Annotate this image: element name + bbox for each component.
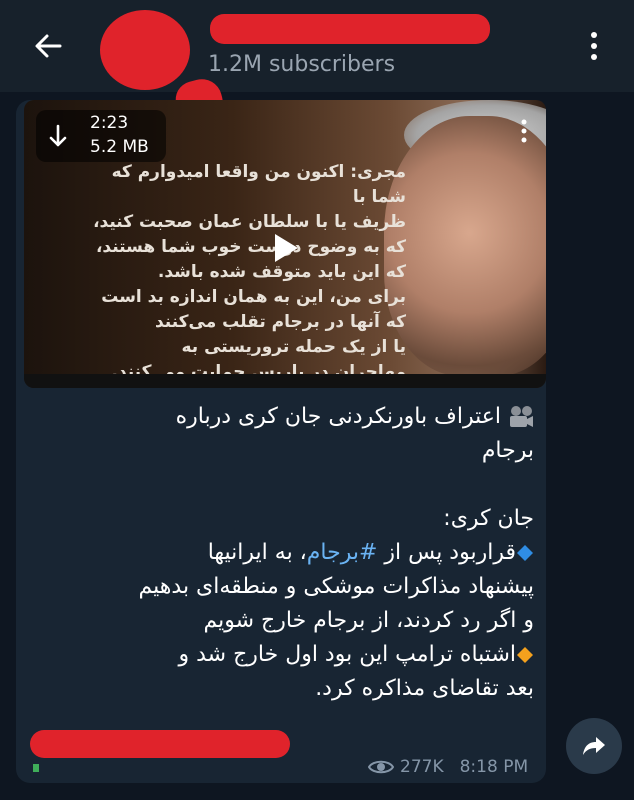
message-title-line: اعتراف باورنکردنی جان کری درباره <box>34 400 534 434</box>
orange-diamond-icon <box>517 647 533 663</box>
arrow-left-icon <box>35 34 62 58</box>
message-title: اعتراف باورنکردنی جان کری درباره <box>175 404 501 429</box>
play-icon <box>275 234 298 262</box>
film-camera-icon <box>510 406 533 427</box>
video-subtitle-line: برای من، این به همان اندازه بد است <box>101 287 406 307</box>
channel-title-redacted[interactable] <box>210 14 490 44</box>
message-meta: 277K 8:18 PM <box>368 755 528 779</box>
video-subtitle-line: یا از یک حمله تروریستی به <box>181 337 407 357</box>
bullet-1-line2: پیشنهاد مذاکرات موشکی و منطقه‌ای بدهیم <box>138 574 534 599</box>
eye-icon <box>368 760 394 774</box>
download-button[interactable] <box>44 122 72 150</box>
bullet-1-text-cont: ، به ایرانیها <box>207 540 307 565</box>
signature-redacted <box>30 730 290 758</box>
hashtag-link[interactable]: #برجام <box>307 540 378 565</box>
bullet-1-line3: و اگر رد کردند، از برجام خارج شویم <box>203 608 534 633</box>
video-subtitles: مجری: اکنون من واقعا امیدوارم که شما با … <box>76 160 406 385</box>
bullet-2-line1: اشتباه ترامپ این بود اول خارج شد و <box>34 638 534 672</box>
menu-button[interactable] <box>576 26 612 66</box>
play-button[interactable] <box>258 220 314 276</box>
arrow-down-icon <box>49 124 67 147</box>
blue-diamond-icon <box>517 545 533 561</box>
message-text: اعتراف باورنکردنی جان کری درباره برجام ج… <box>34 400 534 706</box>
video-subtitle-line: که آنها در برجام تقلب می‌کنند <box>154 312 406 332</box>
video-subtitle-line: که به وضوح دوست خوب شما هستند، <box>95 237 406 257</box>
video-face <box>384 116 546 376</box>
video-subtitle-line: ظریف یا با سلطان عمان صحبت کنید، <box>93 212 406 232</box>
more-vertical-icon <box>591 32 597 60</box>
message-time: 8:18 PM <box>459 757 529 777</box>
back-button[interactable] <box>28 26 68 66</box>
video-duration: 2:23 <box>90 113 129 133</box>
video-bottom-bar <box>24 374 546 388</box>
more-vertical-icon <box>521 119 527 143</box>
share-icon <box>583 737 605 755</box>
bullet-2-text: اشتباه ترامپ این بود اول خارج شد و <box>178 642 517 667</box>
video-subtitle-line: مجری: اکنون من واقعا امیدوارم که شما با <box>111 162 406 207</box>
video-menu-button[interactable] <box>514 116 534 146</box>
subscriber-count: 1.2M subscribers <box>208 52 396 77</box>
speaker-label: جان کری: <box>443 506 534 531</box>
channel-avatar-redacted[interactable] <box>100 10 190 90</box>
bullet-1-line1: قراربود پس از #برجام، به ایرانیها <box>34 536 534 570</box>
green-mark <box>33 764 39 772</box>
bullet-1-text: قراربود پس از <box>377 540 516 565</box>
share-button[interactable] <box>566 718 622 774</box>
bullet-2-line2: بعد تقاضای مذاکره کرد. <box>315 676 534 701</box>
video-file-size: 5.2 MB <box>90 137 149 157</box>
view-count: 277K <box>400 757 444 777</box>
video-subtitle-line: که این باید متوقف شده باشد. <box>157 262 406 282</box>
message-title-cont: برجام <box>481 438 534 463</box>
